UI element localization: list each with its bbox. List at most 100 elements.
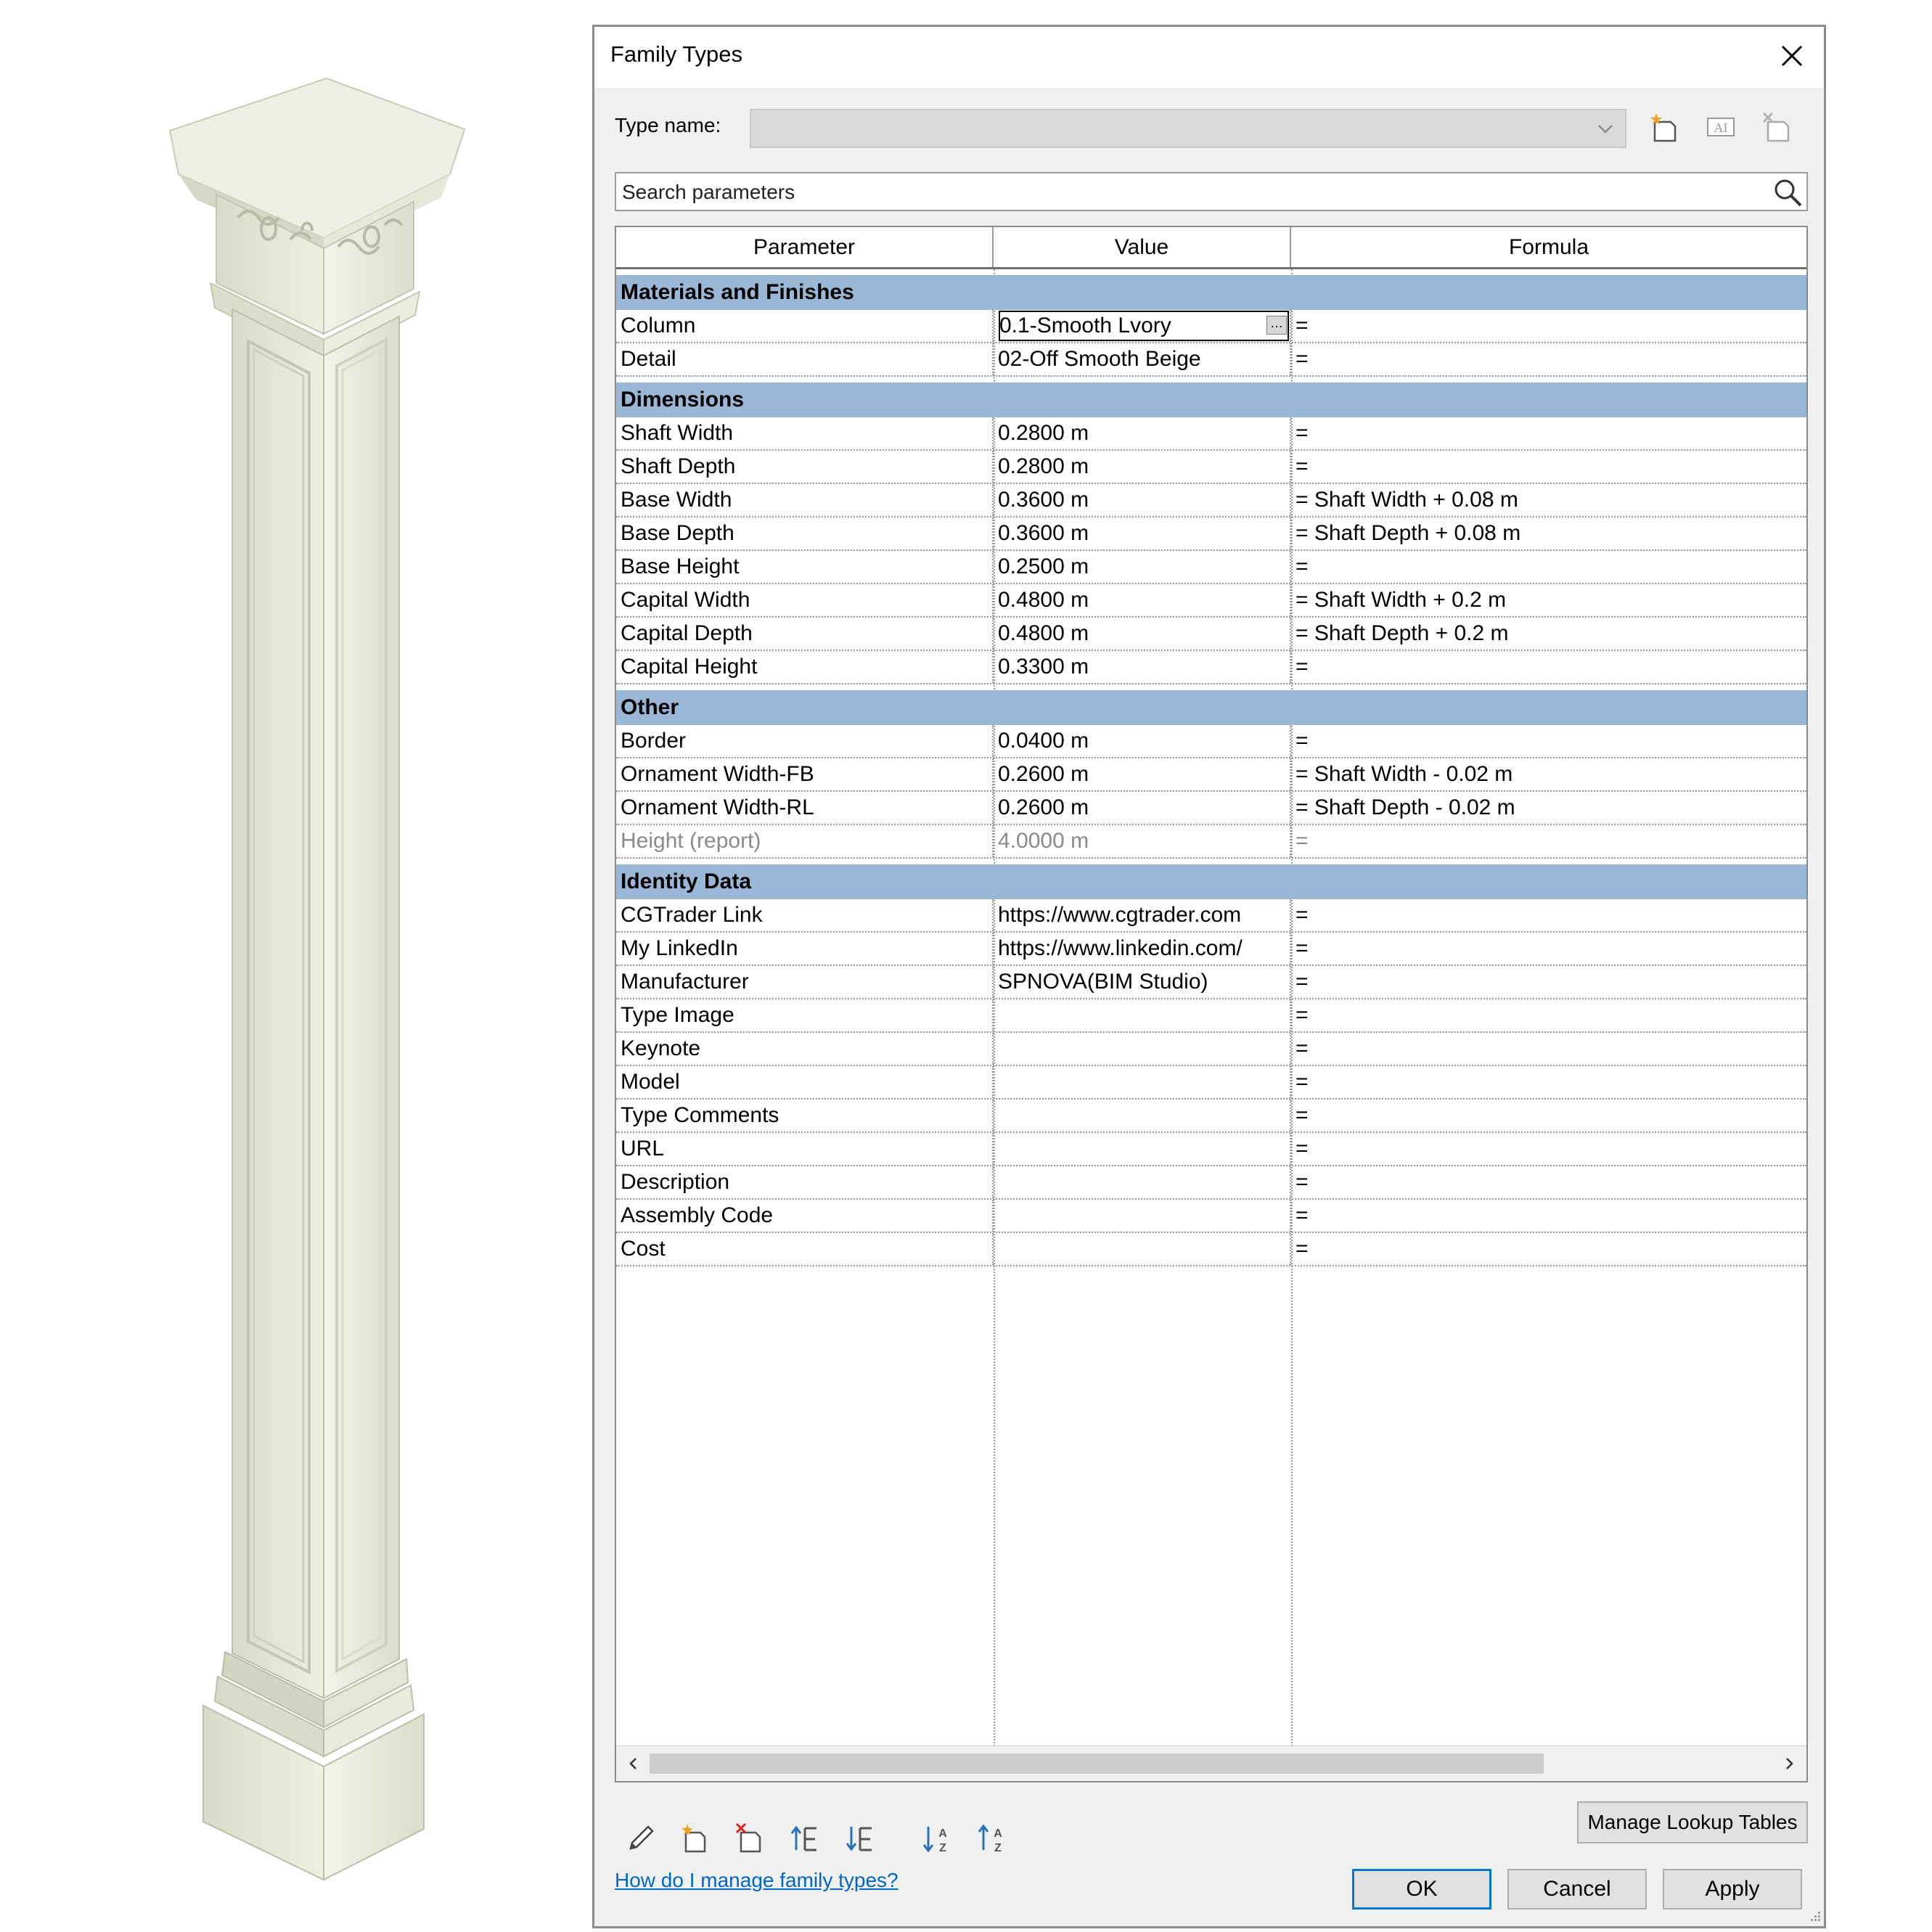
close-button[interactable] — [1773, 37, 1811, 75]
parameter-name-cell[interactable]: Capital Width — [616, 584, 994, 616]
parameter-value-cell[interactable]: https://www.linkedin.com/ — [994, 933, 1291, 965]
parameter-formula-cell[interactable]: = — [1291, 310, 1806, 342]
parameter-name-cell[interactable]: Shaft Width — [616, 417, 994, 449]
parameter-formula-cell[interactable]: = — [1291, 343, 1806, 375]
parameter-value-cell[interactable] — [994, 1033, 1291, 1065]
search-parameters-input[interactable] — [621, 178, 1756, 207]
parameter-value-cell[interactable]: 0.2600 m — [994, 758, 1291, 790]
parameter-value-cell[interactable]: 0.2500 m — [994, 551, 1291, 583]
parameter-value-cell[interactable]: 0.3600 m — [994, 517, 1291, 549]
search-icon[interactable] — [1772, 176, 1804, 208]
parameter-formula-cell[interactable]: = — [1291, 999, 1806, 1031]
parameter-value-cell[interactable] — [994, 1100, 1291, 1131]
group-header[interactable]: Other — [616, 690, 1806, 725]
parameter-name-cell[interactable]: Base Height — [616, 551, 994, 583]
delete-parameter-button[interactable] — [729, 1818, 770, 1859]
parameter-formula-cell[interactable]: = — [1291, 1133, 1806, 1165]
parameter-name-cell[interactable]: Manufacturer — [616, 966, 994, 998]
group-header[interactable]: Materials and Finishes — [616, 275, 1806, 310]
parameter-name-cell[interactable]: Base Depth — [616, 517, 994, 549]
parameter-formula-cell[interactable]: = Shaft Width + 0.2 m — [1291, 584, 1806, 616]
parameter-formula-cell[interactable]: = — [1291, 551, 1806, 583]
edit-parameter-button[interactable] — [621, 1818, 661, 1859]
parameter-name-cell[interactable]: Model — [616, 1066, 994, 1098]
parameter-formula-cell[interactable]: = — [1291, 1233, 1806, 1265]
parameter-value-cell[interactable] — [994, 1166, 1291, 1198]
parameter-value-cell[interactable]: 0.4800 m — [994, 584, 1291, 616]
sort-descending-button[interactable]: A Z — [972, 1818, 1012, 1859]
new-type-button[interactable] — [1644, 107, 1685, 147]
parameter-formula-cell[interactable]: = Shaft Width - 0.02 m — [1291, 758, 1806, 790]
scroll-right-button[interactable] — [1777, 1752, 1801, 1775]
apply-button[interactable]: Apply — [1663, 1869, 1802, 1910]
resize-grip-icon[interactable] — [1806, 1909, 1821, 1923]
parameter-value-cell[interactable] — [994, 1133, 1291, 1165]
group-header[interactable]: Identity Data — [616, 864, 1806, 899]
cancel-button[interactable]: Cancel — [1507, 1869, 1647, 1910]
parameter-formula-cell[interactable]: = — [1291, 1100, 1806, 1131]
rename-type-button[interactable]: AI — [1700, 107, 1741, 147]
parameter-value-cell[interactable]: 0.0400 m — [994, 725, 1291, 757]
column-header-parameter[interactable]: Parameter — [616, 227, 994, 267]
delete-type-button[interactable] — [1756, 107, 1796, 147]
parameter-name-cell[interactable]: Description — [616, 1166, 994, 1198]
parameter-value-cell[interactable] — [994, 1066, 1291, 1098]
parameter-formula-cell[interactable]: = — [1291, 1033, 1806, 1065]
move-down-button[interactable] — [840, 1818, 880, 1859]
parameter-name-cell[interactable]: Assembly Code — [616, 1200, 994, 1232]
parameter-name-cell[interactable]: Type Comments — [616, 1100, 994, 1131]
move-up-button[interactable] — [785, 1818, 825, 1859]
help-link[interactable]: How do I manage family types? — [615, 1869, 899, 1892]
parameter-name-cell[interactable]: Capital Height — [616, 651, 994, 683]
parameter-value-cell[interactable]: SPNOVA(BIM Studio) — [994, 966, 1291, 998]
parameter-value-cell[interactable]: 0.3600 m — [994, 484, 1291, 516]
parameter-name-cell[interactable]: Keynote — [616, 1033, 994, 1065]
parameter-value-cell[interactable]: 0.2800 m — [994, 451, 1291, 483]
parameter-value-cell[interactable] — [994, 1200, 1291, 1232]
parameter-value-cell[interactable]: 0.3300 m — [994, 651, 1291, 683]
value-edit-field[interactable]: 0.1-Smooth Lvory… — [998, 310, 1290, 342]
parameter-formula-cell[interactable]: = — [1291, 899, 1806, 931]
manage-lookup-tables-button[interactable]: Manage Lookup Tables — [1577, 1801, 1808, 1843]
browse-material-button[interactable]: … — [1266, 316, 1287, 335]
parameter-formula-cell[interactable]: = Shaft Depth + 0.2 m — [1291, 618, 1806, 650]
parameter-value-cell[interactable]: 0.2800 m — [994, 417, 1291, 449]
parameter-name-cell[interactable]: Shaft Depth — [616, 451, 994, 483]
parameter-formula-cell[interactable]: = Shaft Depth - 0.02 m — [1291, 792, 1806, 824]
parameter-value-cell[interactable]: 0.4800 m — [994, 618, 1291, 650]
parameter-name-cell[interactable]: My LinkedIn — [616, 933, 994, 965]
type-name-dropdown[interactable] — [750, 109, 1626, 148]
ok-button[interactable]: OK — [1352, 1869, 1491, 1910]
parameter-formula-cell[interactable]: = Shaft Depth + 0.08 m — [1291, 517, 1806, 549]
parameter-name-cell[interactable]: Ornament Width-FB — [616, 758, 994, 790]
parameter-name-cell[interactable]: CGTrader Link — [616, 899, 994, 931]
parameter-name-cell[interactable]: Capital Depth — [616, 618, 994, 650]
parameter-name-cell[interactable]: Cost — [616, 1233, 994, 1265]
parameter-name-cell[interactable]: Height (report) — [616, 825, 994, 857]
parameter-formula-cell[interactable]: = — [1291, 651, 1806, 683]
column-header-formula[interactable]: Formula — [1291, 227, 1806, 267]
parameter-name-cell[interactable]: URL — [616, 1133, 994, 1165]
parameter-value-cell[interactable]: https://www.cgtrader.com — [994, 899, 1291, 931]
parameter-formula-cell[interactable]: = — [1291, 1166, 1806, 1198]
parameter-name-cell[interactable]: Base Width — [616, 484, 994, 516]
parameter-name-cell[interactable]: Type Image — [616, 999, 994, 1031]
new-parameter-button[interactable] — [674, 1818, 715, 1859]
parameter-value-cell[interactable] — [994, 1233, 1291, 1265]
parameter-value-cell[interactable]: 0.2600 m — [994, 792, 1291, 824]
horizontal-scrollbar[interactable] — [616, 1745, 1806, 1781]
parameter-name-cell[interactable]: Border — [616, 725, 994, 757]
parameter-formula-cell[interactable]: = Shaft Width + 0.08 m — [1291, 484, 1806, 516]
parameter-name-cell[interactable]: Column — [616, 310, 994, 342]
parameter-value-cell[interactable] — [994, 999, 1291, 1031]
parameter-formula-cell[interactable]: = — [1291, 933, 1806, 965]
parameter-formula-cell[interactable]: = — [1291, 451, 1806, 483]
sort-ascending-button[interactable]: A Z — [917, 1818, 957, 1859]
parameter-formula-cell[interactable]: = — [1291, 966, 1806, 998]
group-header[interactable]: Dimensions — [616, 382, 1806, 417]
parameter-value-cell[interactable]: 0.1-Smooth Lvory… — [994, 310, 1291, 342]
scrollbar-thumb[interactable] — [650, 1753, 1544, 1774]
parameter-formula-cell[interactable]: = — [1291, 417, 1806, 449]
parameter-name-cell[interactable]: Detail — [616, 343, 994, 375]
parameter-name-cell[interactable]: Ornament Width-RL — [616, 792, 994, 824]
